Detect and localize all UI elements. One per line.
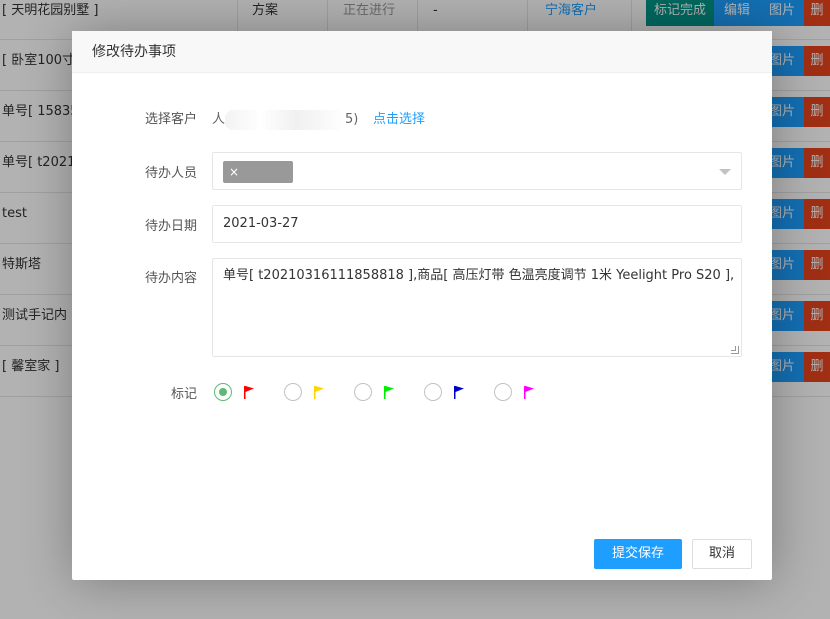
radio-circle[interactable] — [494, 383, 512, 401]
client-value-suffix: 5) — [345, 112, 359, 127]
mark-label: 标记 — [170, 387, 197, 402]
radio-circle[interactable] — [354, 383, 372, 401]
radio-flag-green[interactable] — [352, 382, 412, 402]
radio-flag-blue[interactable] — [422, 382, 482, 402]
flag-icon — [384, 386, 394, 399]
date-input[interactable]: 2021-03-27 — [212, 205, 742, 243]
flag-icon — [244, 386, 254, 399]
choose-client-link[interactable]: 点击选择 — [373, 108, 425, 127]
resize-handle-icon[interactable] — [731, 346, 739, 354]
radio-circle[interactable] — [214, 383, 232, 401]
flag-icon — [454, 386, 464, 399]
assignee-tag[interactable]: × — [223, 161, 293, 183]
edit-todo-dialog: 修改待办事项 选择客户 人 5) 点击选择 待办人员 × 待办日期 2021-03… — [72, 31, 772, 580]
dialog-title: 修改待办事项 — [72, 31, 772, 73]
content-label: 待办内容 — [144, 271, 197, 286]
date-label: 待办日期 — [144, 219, 197, 234]
radio-flag-yellow[interactable] — [282, 382, 342, 402]
flag-icon — [524, 386, 534, 399]
radio-circle[interactable] — [284, 383, 302, 401]
radio-circle[interactable] — [424, 383, 442, 401]
redacted-patch — [225, 109, 346, 130]
radio-flag-red[interactable] — [212, 382, 272, 402]
client-label: 选择客户 — [144, 112, 197, 127]
client-value-prefix: 人 — [212, 112, 226, 127]
content-text: 单号[ t20210316111858818 ],商品[ 高压灯带 色温亮度调节… — [223, 268, 735, 283]
assignee-select[interactable]: × — [212, 152, 742, 190]
cancel-button[interactable]: 取消 — [692, 539, 752, 569]
assignee-label: 待办人员 — [144, 166, 197, 181]
flag-icon — [314, 386, 324, 399]
chevron-down-icon[interactable] — [719, 169, 731, 175]
content-textarea[interactable]: 单号[ t20210316111858818 ],商品[ 高压灯带 色温亮度调节… — [212, 258, 742, 357]
radio-flag-magenta[interactable] — [492, 382, 552, 402]
submit-save-button[interactable]: 提交保存 — [594, 539, 682, 569]
client-value: 人 5) — [212, 108, 358, 130]
